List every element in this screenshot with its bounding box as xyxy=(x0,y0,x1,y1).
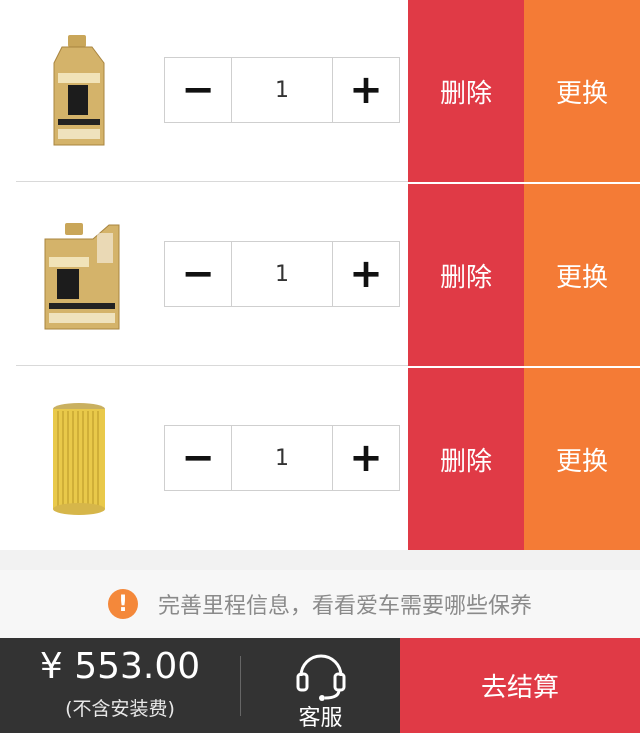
customer-service-button[interactable]: 客服 xyxy=(241,638,400,733)
oil-filter-icon xyxy=(24,390,134,530)
total-price-block: ¥ 553.00 (不含安装费) xyxy=(0,638,240,733)
row-divider xyxy=(16,181,408,182)
cart-item: − 1 + 删除 更换 xyxy=(0,0,640,182)
increase-button[interactable]: + xyxy=(333,426,399,490)
quantity-stepper: − 1 + xyxy=(164,241,400,307)
decrease-button[interactable]: − xyxy=(165,58,231,122)
cart-item: − 1 + 删除 更换 xyxy=(0,368,640,550)
increase-button[interactable]: + xyxy=(333,242,399,306)
cart-list: − 1 + 删除 更换 − 1 + 删除 更换 − 1 + 删除 更换 xyxy=(0,0,640,550)
cart-item: − 1 + 删除 更换 xyxy=(0,184,640,366)
notice-text: 完善里程信息，看看爱车需要哪些保养 xyxy=(157,594,532,619)
row-divider xyxy=(16,365,408,366)
exclamation-icon: ! xyxy=(107,589,138,619)
checkout-bar: ¥ 553.00 (不含安装费) 客服 去结算 xyxy=(0,638,640,733)
replace-button[interactable]: 更换 xyxy=(524,368,640,550)
price-note: (不含安装费) xyxy=(65,698,175,720)
customer-service-label: 客服 xyxy=(298,706,343,731)
quantity-value[interactable]: 1 xyxy=(231,426,333,490)
decrease-button[interactable]: − xyxy=(165,242,231,306)
oil-bottle-1l-icon xyxy=(24,22,134,162)
increase-button[interactable]: + xyxy=(333,58,399,122)
headset-icon xyxy=(296,654,346,701)
quantity-value[interactable]: 1 xyxy=(231,242,333,306)
mileage-notice[interactable]: ! 完善里程信息，看看爱车需要哪些保养 xyxy=(0,570,640,638)
checkout-button[interactable]: 去结算 xyxy=(400,638,640,733)
quantity-value[interactable]: 1 xyxy=(231,58,333,122)
quantity-stepper: − 1 + xyxy=(164,425,400,491)
total-price: ¥ 553.00 xyxy=(39,646,201,687)
oil-jug-4l-icon xyxy=(24,206,134,346)
decrease-button[interactable]: − xyxy=(165,426,231,490)
replace-button[interactable]: 更换 xyxy=(524,0,640,182)
delete-button[interactable]: 删除 xyxy=(408,184,524,366)
delete-button[interactable]: 删除 xyxy=(408,0,524,182)
quantity-stepper: − 1 + xyxy=(164,57,400,123)
replace-button[interactable]: 更换 xyxy=(524,184,640,366)
delete-button[interactable]: 删除 xyxy=(408,368,524,550)
